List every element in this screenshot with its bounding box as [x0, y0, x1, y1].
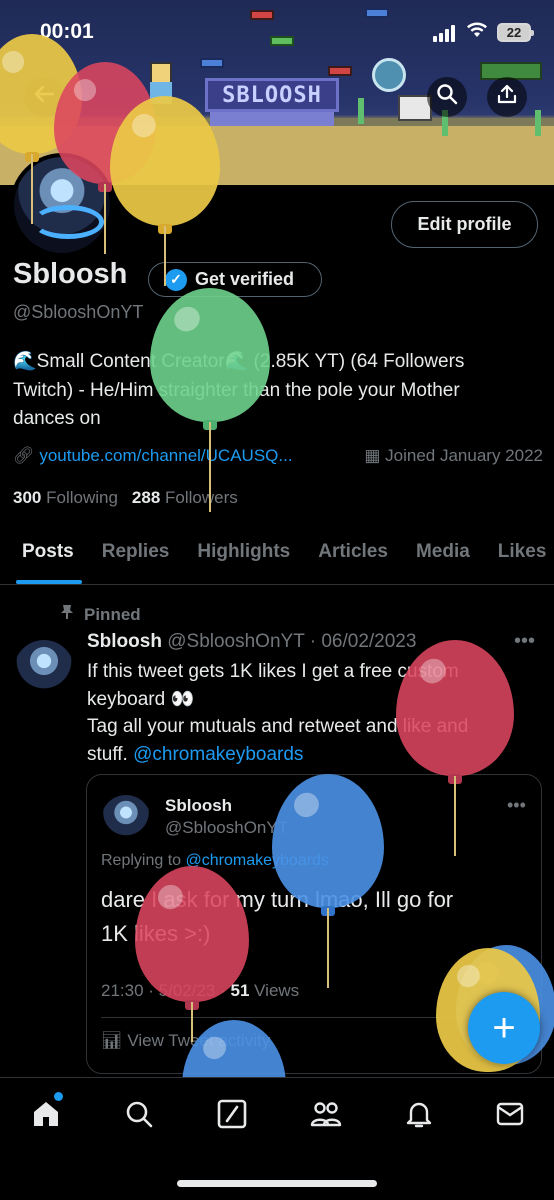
follow-stats: 300 Following 288 Followers [13, 488, 238, 508]
notification-dot [54, 1092, 63, 1101]
nav-grok[interactable] [210, 1094, 254, 1138]
calendar-icon: ▦ [364, 446, 386, 465]
balloon-decoration [396, 640, 514, 856]
joined-date: ▦ Joined January 2022 [364, 446, 543, 466]
tweet-handle-date: @SblooshOnYT · 06/02/2023 [167, 631, 417, 652]
tab-media[interactable]: Media [402, 525, 484, 584]
battery-icon: 22 [497, 23, 534, 42]
verified-badge-icon: ✓ [165, 268, 187, 291]
pinned-indicator: Pinned [60, 604, 141, 625]
compose-button[interactable]: + [468, 992, 540, 1064]
link-icon: 🔗︎ [13, 446, 35, 465]
profile-tabs: Posts Replies Highlights Articles Media … [0, 525, 554, 585]
balloon-decoration [110, 96, 220, 286]
analytics-icon: 📊︎ [101, 1031, 128, 1050]
pinned-label: Pinned [84, 604, 141, 624]
followers-label: Followers [165, 488, 238, 507]
home-indicator[interactable] [177, 1180, 377, 1187]
nav-search[interactable] [117, 1094, 161, 1138]
more-icon[interactable]: ••• [514, 630, 535, 653]
edit-profile-button[interactable]: Edit profile [391, 201, 538, 248]
nav-notifications[interactable] [397, 1094, 441, 1138]
nav-home[interactable] [24, 1094, 68, 1138]
nav-messages[interactable] [488, 1094, 532, 1138]
tab-articles[interactable]: Articles [304, 525, 402, 584]
balloon-decoration [150, 288, 270, 512]
quoted-author[interactable]: Sbloosh [165, 796, 232, 816]
seaweed-decoration [358, 98, 364, 124]
following-count: 300 [13, 488, 42, 507]
seaweed-decoration [535, 110, 541, 136]
search-button[interactable] [427, 77, 467, 117]
status-bar: 00:01 22 [0, 0, 554, 60]
search-icon [123, 1098, 155, 1135]
pin-icon [60, 604, 74, 625]
tab-highlights[interactable]: Highlights [183, 525, 304, 584]
messages-icon [494, 1098, 526, 1135]
tab-posts[interactable]: Posts [0, 525, 88, 584]
following-link[interactable]: 300 Following [13, 488, 118, 508]
bio-line: Twitch) - He/Him straighter than the pol… [13, 379, 460, 401]
mention-link[interactable]: @chromakeyboards [133, 744, 303, 765]
bio-line: 🌊Small Content Creator🌊 (2.85K YT) (64 F… [13, 351, 465, 372]
nav-communities[interactable] [304, 1094, 348, 1138]
home-icon [30, 1098, 62, 1135]
replying-prefix: Replying to [101, 852, 186, 869]
notifications-icon [403, 1098, 435, 1135]
tweet-author[interactable]: Sbloosh [87, 631, 162, 652]
tweet-line-text: stuff. [87, 743, 134, 765]
tab-likes[interactable]: Likes [484, 525, 554, 584]
share-button[interactable] [487, 77, 527, 117]
pixel-helmet [372, 58, 406, 92]
balloon-decoration [135, 866, 249, 1042]
logo-plinth [210, 112, 334, 126]
banner-logo-text: SBLOOSH [222, 82, 322, 108]
tweet-avatar[interactable] [14, 640, 74, 700]
communities-icon [309, 1098, 343, 1135]
profile-bio: 🌊Small Content Creator🌊 (2.85K YT) (64 F… [13, 348, 543, 434]
views-count: 51 [230, 981, 250, 1000]
signal-icon [433, 24, 455, 42]
profile-link[interactable]: 🔗︎ youtube.com/channel/UCAUSQ... [13, 446, 293, 466]
following-label: Following [46, 488, 118, 507]
followers-link[interactable]: 288 Followers [132, 488, 238, 508]
profile-handle: @SblooshOnYT [13, 302, 144, 322]
bio-line: dances on [13, 408, 101, 429]
quoted-handle: @SblooshOnYT [165, 818, 289, 837]
followers-count: 288 [131, 488, 161, 507]
wifi-icon [466, 21, 488, 43]
search-icon [436, 83, 458, 111]
profile-link-text[interactable]: youtube.com/channel/UCAUSQ... [39, 446, 292, 465]
plus-icon: + [492, 1005, 516, 1050]
tweet-header: Sbloosh @SblooshOnYT · 06/02/2023 [87, 631, 416, 653]
more-icon[interactable]: ••• [507, 795, 526, 816]
quoted-avatar[interactable] [101, 795, 151, 845]
display-name: Sbloosh [13, 258, 128, 290]
fish-decoration [328, 66, 352, 76]
get-verified-label: Get verified [195, 269, 295, 289]
profile-meta: 🔗︎ youtube.com/channel/UCAUSQ... ▦ Joine… [13, 446, 543, 466]
tab-replies[interactable]: Replies [88, 525, 184, 584]
grok-icon [216, 1098, 248, 1135]
balloon-decoration [272, 774, 384, 988]
views-label: Views [249, 981, 300, 1000]
joined-text: Joined January 2022 [385, 446, 543, 465]
get-verified-button[interactable]: ✓ Get verified [148, 262, 322, 297]
banner-logo: SBLOOSH [205, 78, 339, 112]
share-icon [496, 83, 518, 111]
